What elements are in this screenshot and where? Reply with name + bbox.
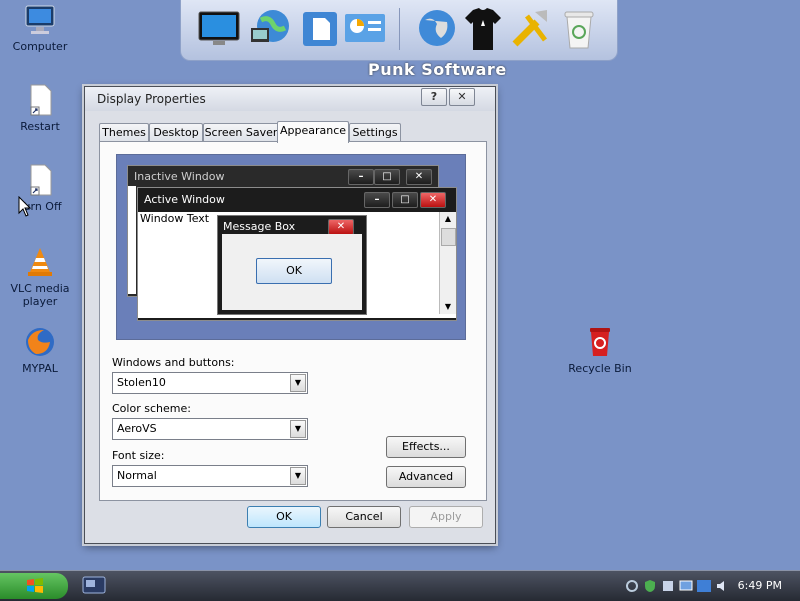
display-properties-dialog: Display Properties ? ✕ Themes Desktop Sc… bbox=[84, 86, 496, 544]
shortcut-file-icon bbox=[30, 164, 52, 196]
ok-button[interactable]: OK bbox=[247, 506, 321, 528]
tab-themes[interactable]: Themes bbox=[99, 123, 149, 142]
advanced-button[interactable]: Advanced bbox=[386, 466, 466, 488]
scroll-down-icon: ▼ bbox=[444, 302, 452, 311]
appearance-panel: Inactive Window – □ ✕ Active Window – □ … bbox=[99, 141, 487, 501]
tab-appearance[interactable]: Appearance bbox=[277, 121, 349, 143]
color-scheme-value: AeroVS bbox=[117, 422, 157, 435]
desktop-icon-label: Restart bbox=[20, 120, 60, 133]
preview-active-window-title: Active Window bbox=[144, 193, 225, 206]
font-size-value: Normal bbox=[117, 469, 157, 482]
tab-desktop[interactable]: Desktop bbox=[149, 123, 203, 142]
clock[interactable]: 6:49 PM bbox=[738, 579, 782, 592]
dialog-title: Display Properties bbox=[97, 92, 206, 106]
preview-ok-button: OK bbox=[256, 258, 332, 284]
dock-item-monitor[interactable] bbox=[195, 6, 243, 52]
dock-separator bbox=[399, 8, 400, 50]
chevron-down-icon[interactable]: ▼ bbox=[290, 374, 306, 392]
monitor-icon bbox=[198, 11, 240, 45]
apply-button[interactable]: Apply bbox=[409, 506, 483, 528]
tab-screen-saver[interactable]: Screen Saver bbox=[203, 123, 279, 142]
help-button[interactable]: ? bbox=[421, 88, 447, 106]
network-globe-icon bbox=[251, 10, 289, 42]
dock-item-tools[interactable] bbox=[507, 6, 555, 52]
tray-shield-icon[interactable] bbox=[643, 579, 657, 593]
tray-volume-icon[interactable] bbox=[715, 579, 729, 593]
mypal-browser-icon bbox=[26, 328, 54, 356]
scroll-up-icon: ▲ bbox=[444, 214, 452, 223]
taskbar: 6:49 PM bbox=[0, 570, 800, 601]
font-size-label: Font size: bbox=[112, 449, 165, 462]
close-button[interactable]: ✕ bbox=[449, 88, 475, 106]
preview-message-body: OK bbox=[222, 234, 362, 310]
dock-item-trash[interactable] bbox=[555, 6, 603, 52]
minimize-icon: – bbox=[348, 169, 374, 185]
trash-icon bbox=[564, 11, 594, 49]
desktop-icon-label: Computer bbox=[12, 40, 68, 53]
close-icon: ✕ bbox=[406, 169, 432, 185]
dock-item-world[interactable] bbox=[413, 6, 461, 52]
shortcut-file-icon bbox=[30, 84, 52, 116]
control-panel-icon bbox=[345, 14, 385, 42]
chevron-down-icon[interactable]: ▼ bbox=[290, 467, 306, 485]
start-button[interactable] bbox=[0, 573, 68, 599]
windows-logo-icon bbox=[27, 578, 43, 593]
system-tray: 6:49 PM bbox=[625, 571, 800, 601]
desktop-icon-label: Turn Off bbox=[18, 200, 62, 213]
dock-item-tshirt[interactable] bbox=[459, 6, 507, 52]
preview-window-text: Window Text bbox=[140, 212, 210, 225]
vlc-cone-icon bbox=[28, 248, 52, 276]
windows-buttons-label: Windows and buttons: bbox=[112, 356, 235, 369]
tray-language-icon[interactable] bbox=[697, 579, 711, 593]
windows-buttons-select[interactable]: Stolen10 ▼ bbox=[112, 372, 308, 394]
maximize-icon: □ bbox=[392, 192, 418, 208]
close-icon: ✕ bbox=[420, 192, 446, 208]
font-size-select[interactable]: Normal ▼ bbox=[112, 465, 308, 487]
show-desktop-icon bbox=[82, 576, 106, 594]
desktop-icon-vlc[interactable]: VLC media player bbox=[0, 246, 80, 308]
desktop-icon-label: Recycle Bin bbox=[568, 362, 632, 375]
dock-item-control-panel[interactable] bbox=[341, 6, 389, 52]
dialog-titlebar[interactable]: Display Properties ? ✕ bbox=[85, 87, 495, 111]
maximize-icon: □ bbox=[374, 169, 400, 185]
desktop-icon-restart[interactable]: Restart bbox=[0, 84, 80, 133]
desktop-icon-recycle-bin[interactable]: Recycle Bin bbox=[560, 326, 640, 375]
color-scheme-label: Color scheme: bbox=[112, 402, 191, 415]
preview-message-box-title: Message Box bbox=[223, 220, 296, 233]
quick-launch-show-desktop[interactable] bbox=[82, 574, 108, 598]
recycle-bin-icon bbox=[590, 328, 610, 356]
preview-message-box: Message Box ✕ OK bbox=[217, 215, 367, 315]
dock-item-documents[interactable] bbox=[297, 6, 345, 52]
close-icon: ✕ bbox=[328, 219, 354, 235]
tray-battery-icon[interactable] bbox=[661, 579, 675, 593]
color-scheme-select[interactable]: AeroVS ▼ bbox=[112, 418, 308, 440]
tray-network-icon[interactable] bbox=[625, 579, 639, 593]
desktop-icon-mypal[interactable]: MYPAL bbox=[0, 326, 80, 375]
world-icon bbox=[419, 10, 455, 46]
chevron-down-icon[interactable]: ▼ bbox=[290, 420, 306, 438]
desktop-icon-computer[interactable]: Computer bbox=[0, 4, 80, 53]
tshirt-icon bbox=[465, 8, 501, 50]
tools-icon bbox=[512, 10, 547, 47]
documents-icon bbox=[303, 12, 337, 46]
dock-item-network[interactable] bbox=[247, 6, 295, 52]
minimize-icon: – bbox=[364, 192, 390, 208]
preview-inactive-window-title: Inactive Window bbox=[134, 170, 225, 183]
desktop-icon-turn-off[interactable]: Turn Off bbox=[0, 164, 80, 213]
mouse-cursor-icon bbox=[18, 196, 32, 217]
windows-buttons-value: Stolen10 bbox=[117, 376, 166, 389]
desktop-icon-label: VLC media player bbox=[10, 282, 70, 308]
preview-scrollbar: ▲ ▼ bbox=[439, 212, 456, 314]
effects-button[interactable]: Effects... bbox=[386, 436, 466, 458]
dock-title: Punk Software bbox=[368, 60, 507, 79]
computer-icon bbox=[25, 5, 55, 34]
desktop-icon-label: MYPAL bbox=[22, 362, 58, 375]
cancel-button[interactable]: Cancel bbox=[327, 506, 401, 528]
dock bbox=[180, 0, 618, 61]
tab-settings[interactable]: Settings bbox=[349, 123, 401, 142]
appearance-preview: Inactive Window – □ ✕ Active Window – □ … bbox=[116, 154, 466, 340]
tray-monitor-icon[interactable] bbox=[679, 579, 693, 593]
